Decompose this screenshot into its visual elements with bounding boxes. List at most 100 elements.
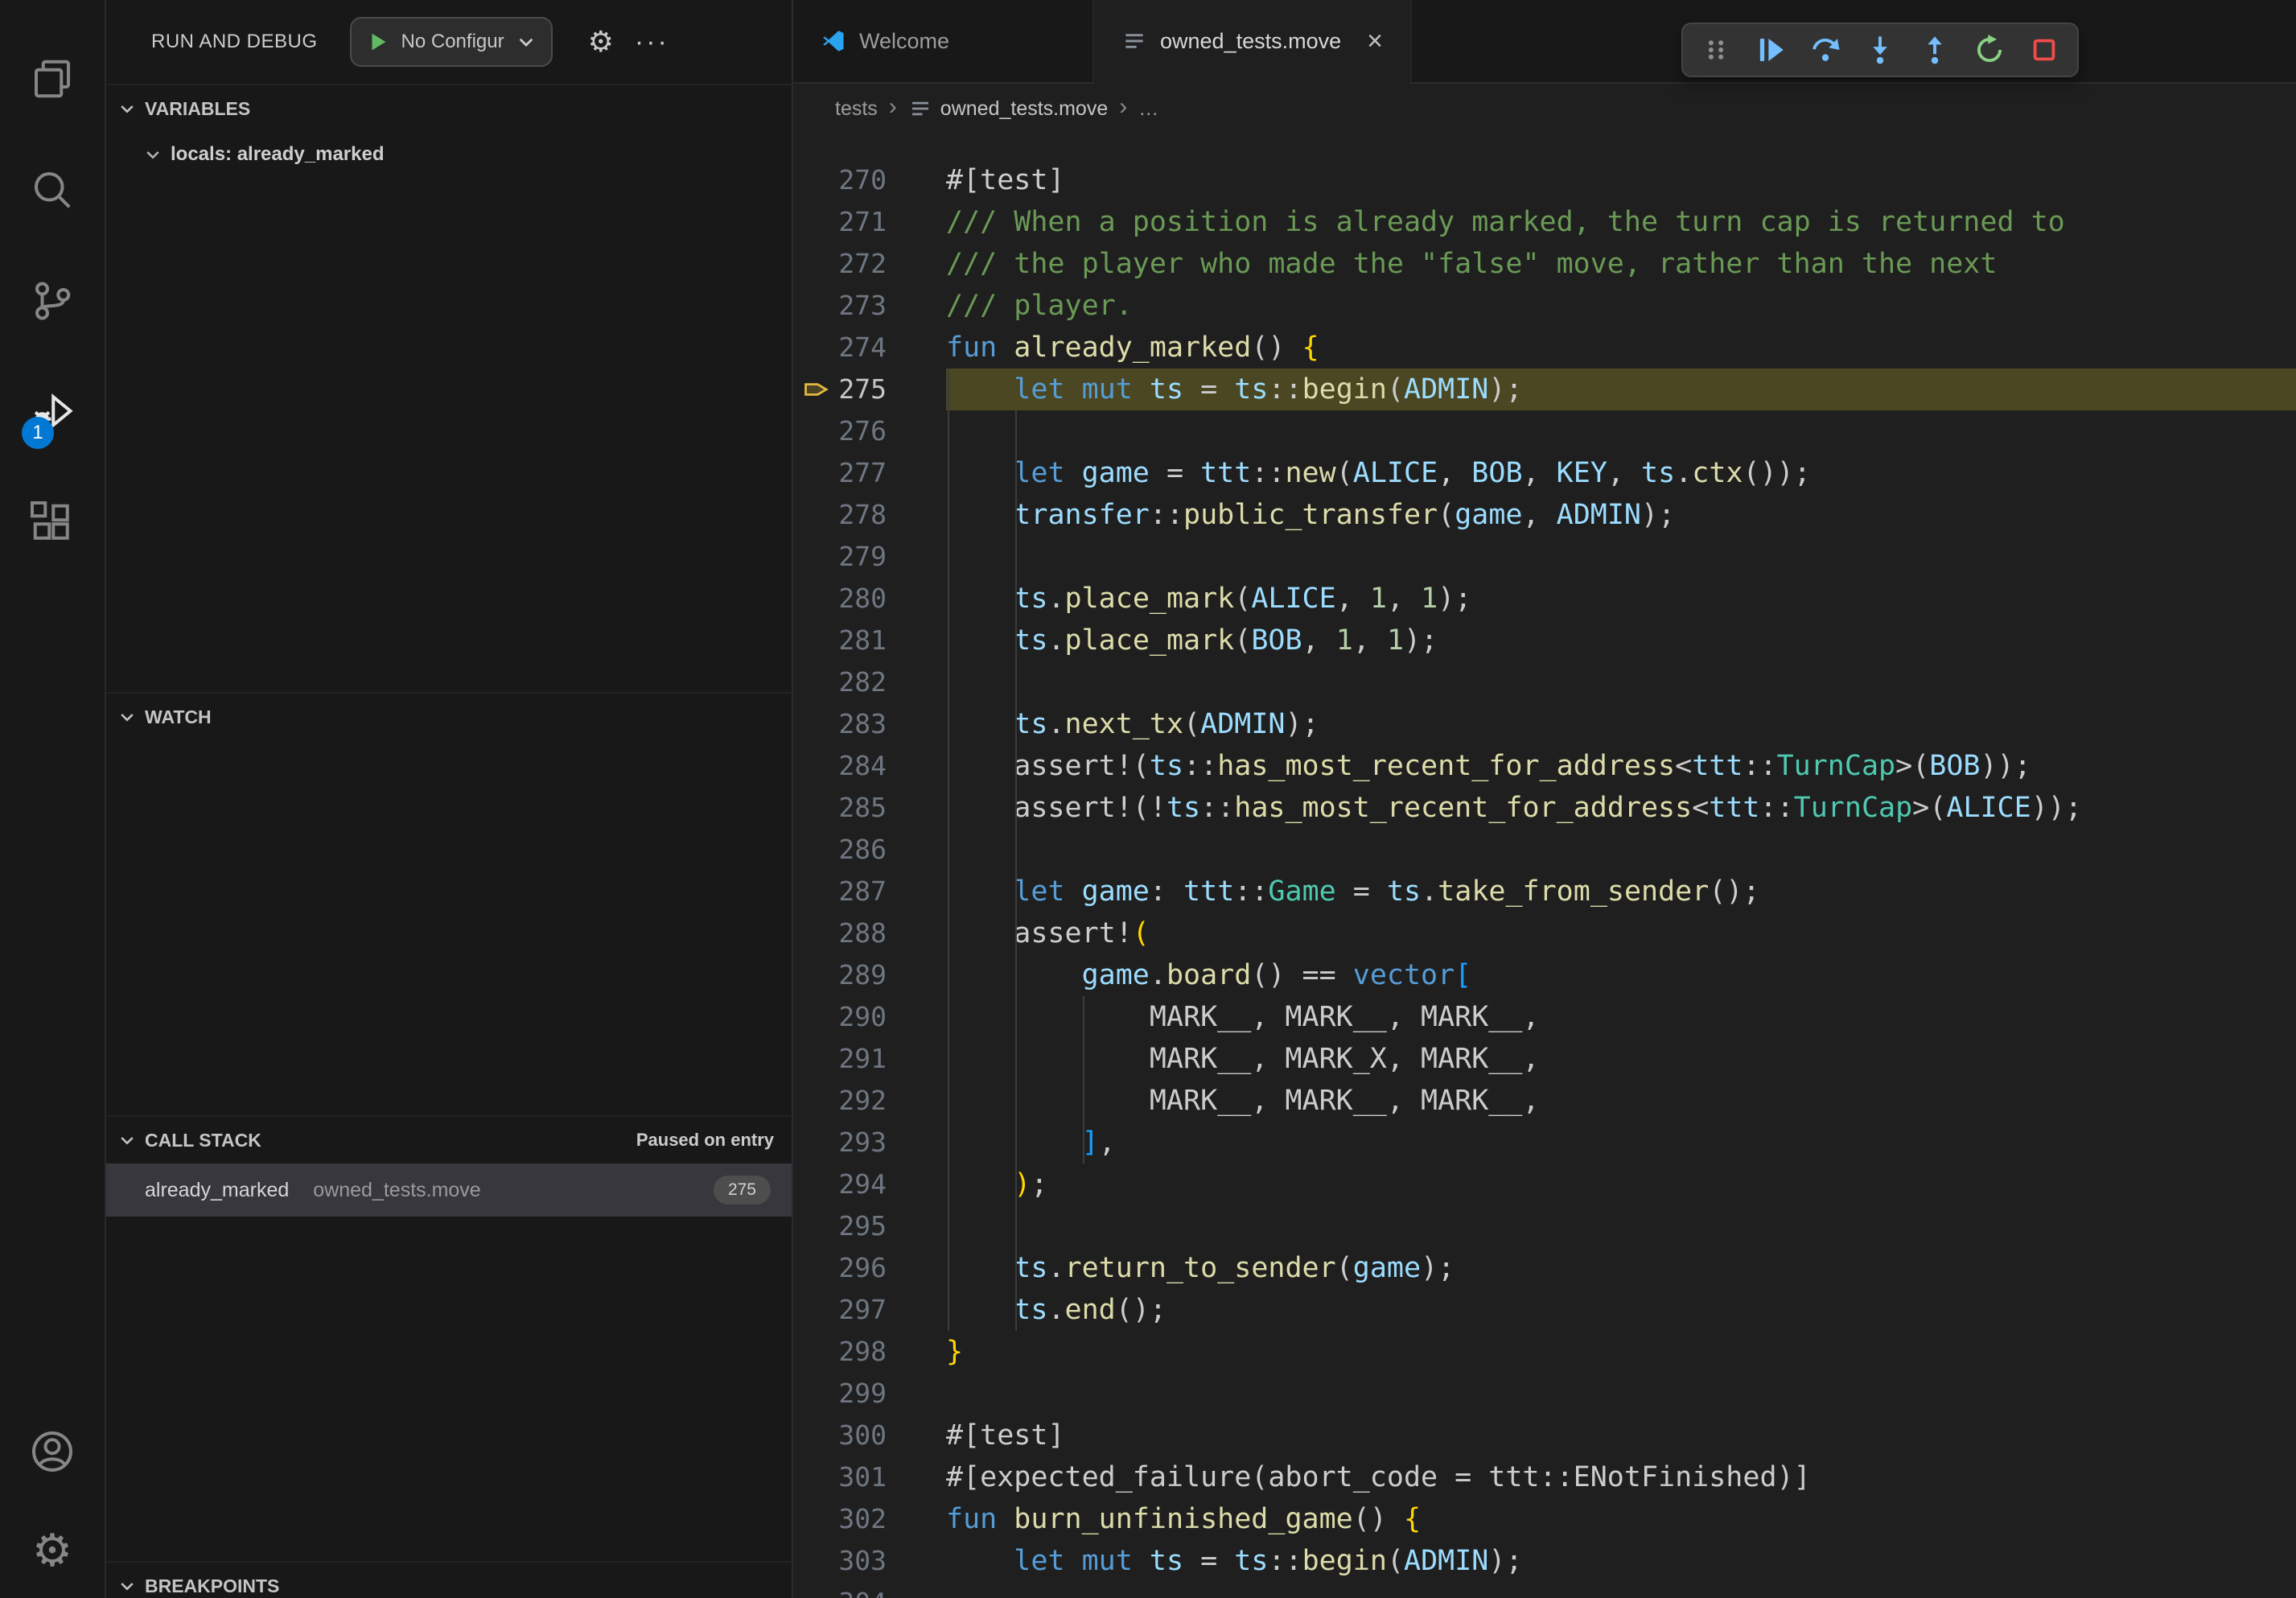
code-editor[interactable]: 270#[test]271/// When a position is alre… bbox=[793, 134, 2296, 1598]
code-line-286[interactable]: 286 bbox=[793, 829, 2296, 871]
code-line-303[interactable]: 303 let mut ts = ts::begin(ADMIN); bbox=[793, 1540, 2296, 1582]
account-icon[interactable] bbox=[19, 1418, 86, 1485]
variables-scope-locals[interactable]: locals: already_marked bbox=[106, 132, 792, 177]
tab-owned-tests-move[interactable]: owned_tests.move × bbox=[1094, 0, 1412, 82]
code-line-274[interactable]: 274fun already_marked() { bbox=[793, 327, 2296, 369]
step-over-icon[interactable] bbox=[1800, 27, 1850, 72]
code-line-275[interactable]: 275 let mut ts = ts::begin(ADMIN); bbox=[793, 369, 2296, 410]
line-number[interactable]: 302 bbox=[793, 1498, 946, 1540]
code-line-270[interactable]: 270#[test] bbox=[793, 159, 2296, 201]
line-number[interactable]: 292 bbox=[793, 1080, 946, 1122]
code-line-280[interactable]: 280 ts.place_mark(ALICE, 1, 1); bbox=[793, 578, 2296, 620]
line-number[interactable]: 295 bbox=[793, 1205, 946, 1247]
code-line-301[interactable]: 301#[expected_failure(abort_code = ttt::… bbox=[793, 1456, 2296, 1498]
settings-gear-icon[interactable]: ⚙ bbox=[19, 1518, 86, 1585]
stop-icon[interactable] bbox=[2019, 27, 2069, 72]
code-line-298[interactable]: 298} bbox=[793, 1331, 2296, 1373]
close-icon[interactable]: × bbox=[1367, 27, 1383, 55]
code-line-287[interactable]: 287 let game: ttt::Game = ts.take_from_s… bbox=[793, 871, 2296, 912]
line-number[interactable]: 288 bbox=[793, 912, 946, 954]
variables-section-header[interactable]: VARIABLES bbox=[106, 85, 792, 132]
watch-section-header[interactable]: WATCH bbox=[106, 694, 792, 740]
code-line-273[interactable]: 273/// player. bbox=[793, 285, 2296, 327]
line-number[interactable]: 296 bbox=[793, 1247, 946, 1289]
source-control-icon[interactable] bbox=[19, 267, 86, 335]
line-number[interactable]: 284 bbox=[793, 745, 946, 787]
continue-icon[interactable] bbox=[1746, 27, 1796, 72]
search-icon[interactable] bbox=[19, 156, 86, 224]
tab-welcome[interactable]: Welcome bbox=[793, 0, 1094, 82]
line-number[interactable]: 277 bbox=[793, 452, 946, 494]
line-number[interactable]: 271 bbox=[793, 201, 946, 243]
code-line-282[interactable]: 282 bbox=[793, 661, 2296, 703]
start-debug-icon[interactable] bbox=[366, 30, 390, 54]
line-number[interactable]: 285 bbox=[793, 787, 946, 829]
code-line-299[interactable]: 299 bbox=[793, 1373, 2296, 1415]
line-number[interactable]: 286 bbox=[793, 829, 946, 871]
line-number[interactable]: 297 bbox=[793, 1289, 946, 1331]
code-line-278[interactable]: 278 transfer::public_transfer(game, ADMI… bbox=[793, 494, 2296, 536]
debug-config-dropdown[interactable]: No Configur bbox=[350, 17, 553, 67]
line-number[interactable]: 282 bbox=[793, 661, 946, 703]
code-line-294[interactable]: 294 ); bbox=[793, 1163, 2296, 1205]
line-number[interactable]: 278 bbox=[793, 494, 946, 536]
code-line-284[interactable]: 284 assert!(ts::has_most_recent_for_addr… bbox=[793, 745, 2296, 787]
line-number[interactable]: 294 bbox=[793, 1163, 946, 1205]
code-line-277[interactable]: 277 let game = ttt::new(ALICE, BOB, KEY,… bbox=[793, 452, 2296, 494]
line-number[interactable]: 281 bbox=[793, 620, 946, 661]
explorer-icon[interactable] bbox=[19, 45, 86, 113]
line-number[interactable]: 273 bbox=[793, 285, 946, 327]
code-line-302[interactable]: 302fun burn_unfinished_game() { bbox=[793, 1498, 2296, 1540]
line-number[interactable]: 290 bbox=[793, 996, 946, 1038]
breadcrumb-symbol-more[interactable]: … bbox=[1138, 97, 1158, 121]
code-line-283[interactable]: 283 ts.next_tx(ADMIN); bbox=[793, 703, 2296, 745]
breakpoints-section-header[interactable]: BREAKPOINTS bbox=[106, 1563, 792, 1598]
run-and-debug-icon[interactable]: 1 bbox=[19, 378, 86, 446]
code-line-288[interactable]: 288 assert!( bbox=[793, 912, 2296, 954]
line-number[interactable]: 299 bbox=[793, 1373, 946, 1415]
call-stack-section-header[interactable]: CALL STACK Paused on entry bbox=[106, 1117, 792, 1163]
debug-settings-gear-icon[interactable]: ⚙ bbox=[588, 26, 614, 59]
code-line-271[interactable]: 271/// When a position is already marked… bbox=[793, 201, 2296, 243]
code-line-289[interactable]: 289 game.board() == vector[ bbox=[793, 954, 2296, 996]
call-stack-frame[interactable]: already_marked owned_tests.move 275 bbox=[106, 1163, 792, 1217]
code-line-300[interactable]: 300#[test] bbox=[793, 1415, 2296, 1456]
line-number[interactable]: 303 bbox=[793, 1540, 946, 1582]
code-line-295[interactable]: 295 bbox=[793, 1205, 2296, 1247]
code-line-304[interactable]: 304 bbox=[793, 1582, 2296, 1598]
line-number[interactable]: 287 bbox=[793, 871, 946, 912]
extensions-icon[interactable] bbox=[19, 489, 86, 557]
line-number[interactable]: 298 bbox=[793, 1331, 946, 1373]
line-number[interactable]: 283 bbox=[793, 703, 946, 745]
step-into-icon[interactable] bbox=[1855, 27, 1905, 72]
code-line-292[interactable]: 292 MARK__, MARK__, MARK__, bbox=[793, 1080, 2296, 1122]
toolbar-drag-handle[interactable] bbox=[1691, 27, 1741, 72]
code-line-272[interactable]: 272/// the player who made the "false" m… bbox=[793, 243, 2296, 285]
code-line-291[interactable]: 291 MARK__, MARK_X, MARK__, bbox=[793, 1038, 2296, 1080]
line-number[interactable]: 276 bbox=[793, 410, 946, 452]
code-line-297[interactable]: 297 ts.end(); bbox=[793, 1289, 2296, 1331]
step-out-icon[interactable] bbox=[1910, 27, 1960, 72]
line-number[interactable]: 304 bbox=[793, 1582, 946, 1598]
line-number[interactable]: 279 bbox=[793, 536, 946, 578]
line-number[interactable]: 272 bbox=[793, 243, 946, 285]
line-number[interactable]: 280 bbox=[793, 578, 946, 620]
line-number[interactable]: 275 bbox=[793, 369, 946, 410]
breadcrumb-file[interactable]: owned_tests.move bbox=[908, 97, 1108, 121]
line-number[interactable]: 274 bbox=[793, 327, 946, 369]
line-number[interactable]: 293 bbox=[793, 1122, 946, 1163]
code-line-281[interactable]: 281 ts.place_mark(BOB, 1, 1); bbox=[793, 620, 2296, 661]
code-line-285[interactable]: 285 assert!(!ts::has_most_recent_for_add… bbox=[793, 787, 2296, 829]
code-line-296[interactable]: 296 ts.return_to_sender(game); bbox=[793, 1247, 2296, 1289]
line-number[interactable]: 300 bbox=[793, 1415, 946, 1456]
breadcrumb-folder[interactable]: tests bbox=[835, 97, 878, 121]
restart-icon[interactable] bbox=[1965, 27, 2014, 72]
more-actions-icon[interactable]: ··· bbox=[635, 27, 669, 58]
code-line-276[interactable]: 276 bbox=[793, 410, 2296, 452]
code-line-279[interactable]: 279 bbox=[793, 536, 2296, 578]
code-line-293[interactable]: 293 ], bbox=[793, 1122, 2296, 1163]
line-number[interactable]: 301 bbox=[793, 1456, 946, 1498]
line-number[interactable]: 270 bbox=[793, 159, 946, 201]
line-number[interactable]: 289 bbox=[793, 954, 946, 996]
line-number[interactable]: 291 bbox=[793, 1038, 946, 1080]
